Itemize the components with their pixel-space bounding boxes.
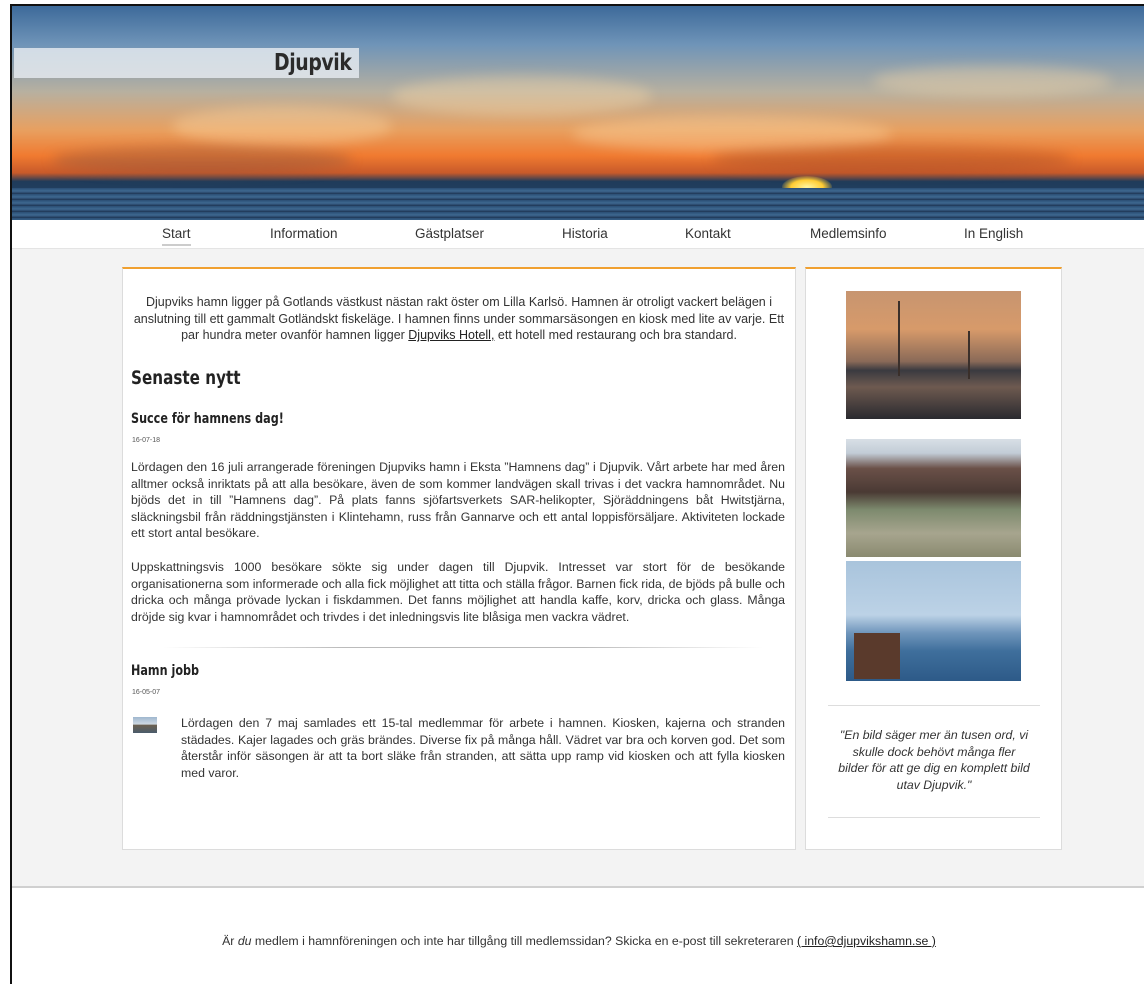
harbor-boathouse-photo[interactable] (846, 561, 1021, 681)
post-divider (163, 647, 763, 648)
harbor-sunset-photo[interactable] (846, 291, 1021, 419)
footer: Är du medlem i hamnföreningen och inte h… (12, 886, 1144, 984)
fishing-huts-photo[interactable] (846, 439, 1021, 557)
quote-divider-top (828, 705, 1040, 706)
post-paragraph: Lördagen den 7 maj samlades ett 15-tal m… (181, 716, 785, 780)
post-title[interactable]: Hamn jobb (131, 663, 199, 679)
footer-text-start: Är (222, 934, 238, 948)
sidebar-quote: "En bild säger mer än tusen ord, vi skul… (838, 728, 1030, 792)
post-paragraph: Lördagen den 16 juli arrangerade förenin… (131, 460, 785, 541)
nav-historia[interactable]: Historia (562, 226, 608, 241)
nav-kontakt[interactable]: Kontakt (685, 226, 731, 241)
site-title[interactable]: Djupvik (274, 50, 352, 76)
hotel-link[interactable]: Djupviks Hotell, (408, 328, 494, 342)
intro-text-end: ett hotell med restaurang och bra standa… (494, 328, 737, 342)
post-title[interactable]: Succe för hamnens dag! (131, 411, 284, 427)
post-date: 16-05-07 (132, 689, 161, 696)
post-thumbnail-image[interactable] (133, 717, 157, 733)
nav-medlemsinfo[interactable]: Medlemsinfo (810, 226, 887, 241)
header-banner-sunset-image: Djupvik (12, 6, 1144, 220)
post-paragraph: Uppskattningsvis 1000 besökare sökte sig… (131, 560, 785, 624)
footer-text-emphasis: du (237, 934, 252, 948)
main-content: Djupviks hamn ligger på Gotlands västkus… (122, 267, 796, 850)
nav-gastplatser[interactable]: Gästplatser (415, 226, 484, 241)
news-heading: Senaste nytt (131, 367, 241, 389)
page-frame: Djupvik Start Information Gästplatser Hi… (10, 4, 1144, 984)
post-date: 16-07-18 (132, 437, 161, 444)
footer-text: Är du medlem i hamnföreningen och inte h… (12, 934, 1144, 948)
sidebar: "En bild säger mer än tusen ord, vi skul… (805, 267, 1062, 850)
nav-information[interactable]: Information (270, 226, 338, 241)
quote-divider-bottom (828, 817, 1040, 818)
footer-text-middle: medlem i hamnföreningen och inte har til… (251, 934, 797, 948)
intro-text: Djupviks hamn ligger på Gotlands västkus… (133, 294, 785, 344)
email-link[interactable]: ( info@djupvikshamn.se ) (797, 934, 936, 948)
main-nav: Start Information Gästplatser Historia K… (12, 220, 1144, 249)
nav-start[interactable]: Start (162, 226, 191, 246)
nav-in-english[interactable]: In English (964, 226, 1023, 241)
sea-waves (12, 188, 1144, 220)
